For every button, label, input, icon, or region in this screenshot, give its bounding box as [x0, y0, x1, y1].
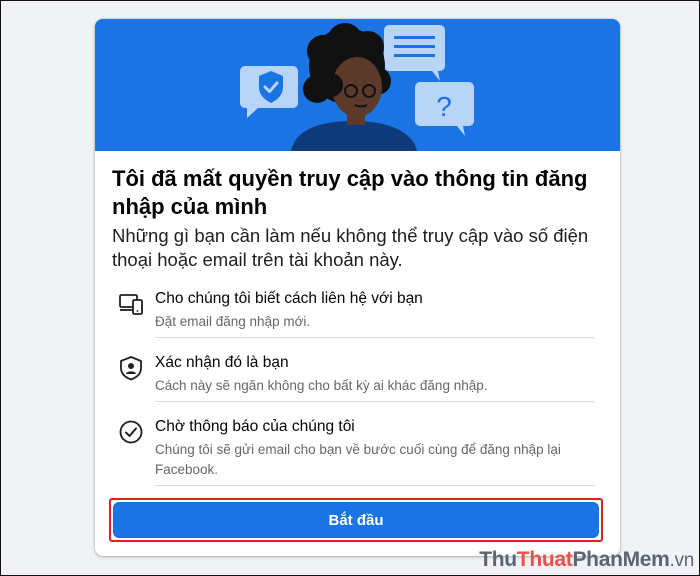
step-description: Đặt email đăng nhập mới. — [155, 314, 311, 329]
page-subtitle: Những gì bạn cần làm nếu không thể truy … — [112, 225, 589, 270]
watermark-logo: ThuThuatPhanMem.vn — [479, 548, 694, 572]
watermark-part: .vn — [669, 550, 695, 571]
watermark-part: Thuat — [516, 548, 573, 571]
step-label: Cho chúng tôi biết cách liên hệ với bạn — [155, 290, 423, 307]
divider — [155, 485, 595, 486]
check-circle-icon — [118, 419, 144, 445]
step-description: Chúng tôi sẽ gửi email cho bạn về bước c… — [155, 442, 561, 477]
hero-illustration: ? — [95, 19, 620, 151]
hero-illustration-art: ? — [95, 19, 620, 151]
page-title: Tôi đã mất quyền truy cập vào thông tin … — [112, 166, 588, 219]
svg-text:?: ? — [436, 91, 452, 122]
step-label: Chờ thông báo của chúng tôi — [155, 418, 355, 435]
watermark-part: Thu — [479, 548, 517, 571]
step-label: Xác nhận đó là bạn — [155, 354, 289, 371]
step-description: Cách này sẽ ngăn không cho bất kỳ ai khá… — [155, 378, 488, 393]
shield-user-icon — [118, 355, 144, 381]
start-button[interactable]: Bắt đầu — [113, 502, 599, 538]
watermark-part: PhanMem — [572, 548, 670, 571]
recovery-card: ? Tôi đã mất quyền truy cập vào thông ti… — [95, 19, 620, 556]
divider — [155, 337, 595, 338]
devices-icon — [118, 291, 144, 317]
divider — [155, 401, 595, 402]
